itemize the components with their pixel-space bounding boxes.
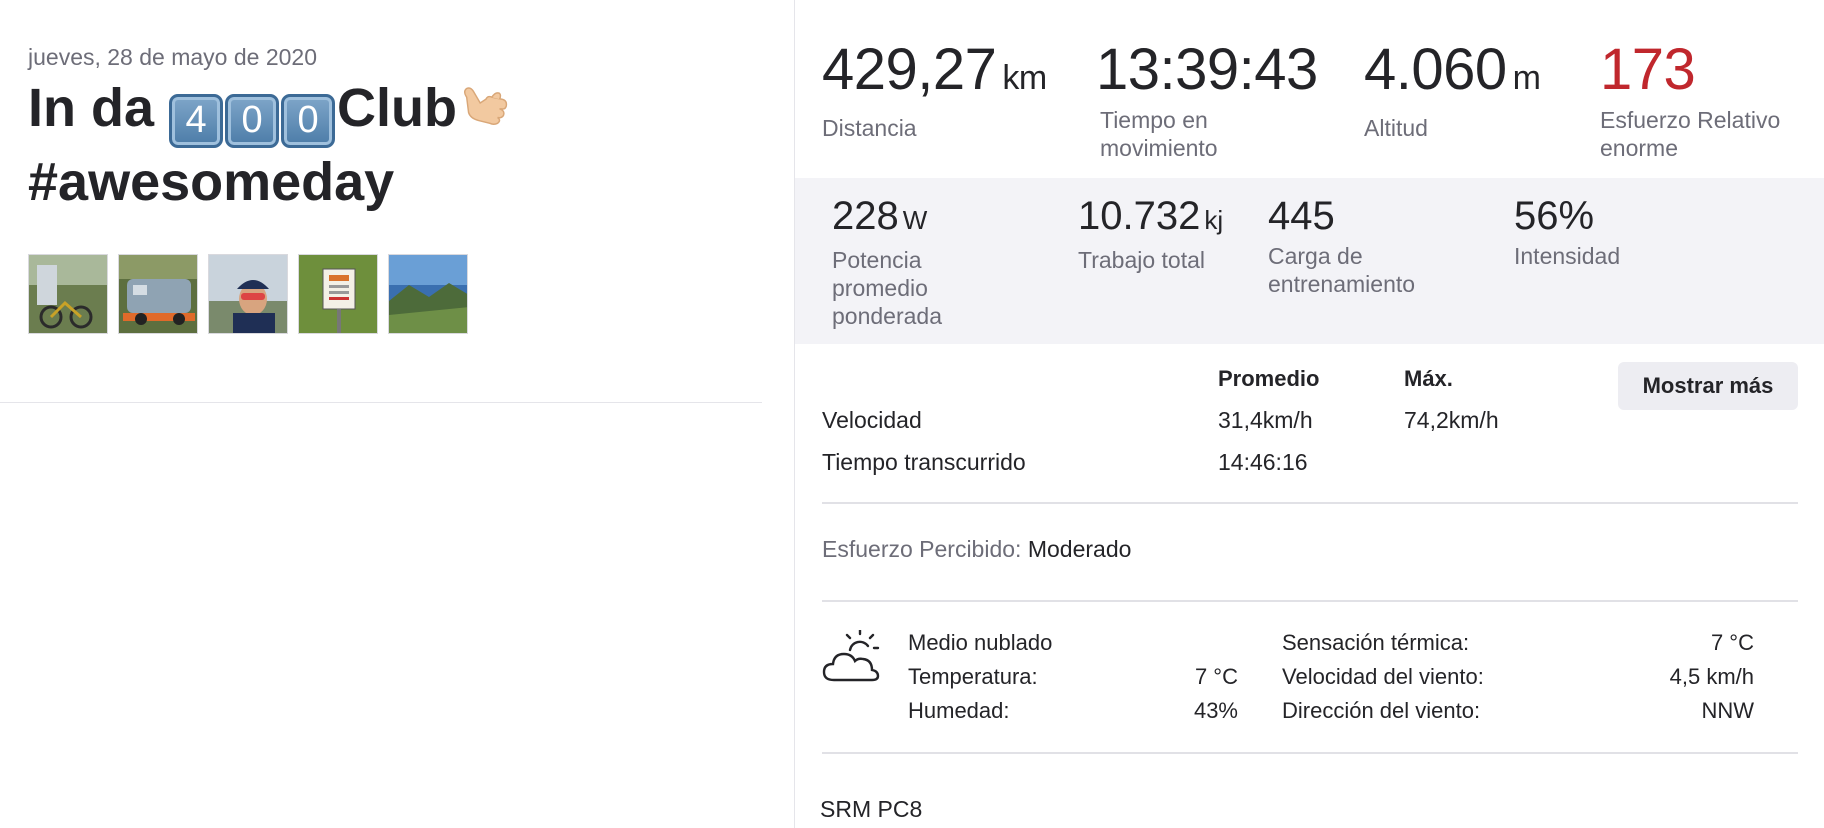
activity-date: jueves, 28 de mayo de 2020 bbox=[28, 44, 317, 70]
perceived-exertion-value: Moderado bbox=[1027, 536, 1132, 562]
keycap-0-icon: 0 bbox=[281, 94, 336, 148]
elapsed-time-average: 14:46:16 bbox=[1218, 449, 1308, 475]
section-divider bbox=[822, 600, 1798, 602]
stat-intensity: 56% Intensidad bbox=[1514, 194, 1620, 270]
distance-label: Distancia bbox=[822, 115, 917, 141]
photo-strip bbox=[28, 254, 468, 334]
keycap-0-icon: 0 bbox=[225, 94, 280, 148]
title-suffix: Club bbox=[337, 78, 457, 138]
speed-max: 74,2km/h bbox=[1404, 407, 1499, 433]
relative-effort-label-line1: Esfuerzo Relativo bbox=[1600, 107, 1781, 133]
stat-relative-effort[interactable]: 173 Esfuerzo Relativo enorme bbox=[1600, 38, 1780, 162]
photo-thumbnail[interactable] bbox=[298, 254, 378, 334]
elevation-label: Altitud bbox=[1364, 115, 1428, 141]
partly-cloudy-icon bbox=[822, 630, 880, 682]
weighted-power-value: 228 bbox=[832, 194, 899, 238]
photo-thumbnail[interactable] bbox=[388, 254, 468, 334]
total-work-unit: kj bbox=[1204, 205, 1224, 235]
section-divider bbox=[822, 502, 1798, 504]
relative-effort-label-line2: enorme bbox=[1600, 135, 1678, 161]
intensity-label: Intensidad bbox=[1514, 243, 1621, 269]
temperature-label: Temperatura: bbox=[908, 664, 1038, 689]
weighted-power-label-line1: Potencia bbox=[832, 247, 922, 273]
panel-divider bbox=[794, 0, 795, 828]
row-label-elapsed-time: Tiempo transcurrido bbox=[822, 449, 1026, 475]
temperature-value: 7 °C bbox=[1194, 664, 1238, 689]
title-prefix: In da bbox=[28, 78, 170, 138]
moving-time-value: 13:39:43 bbox=[1096, 37, 1318, 102]
feels-like-label: Sensación térmica: bbox=[1282, 630, 1470, 655]
wind-speed-value: 4,5 km/h bbox=[1669, 664, 1754, 689]
humidity-value: 43% bbox=[1193, 698, 1238, 723]
distance-unit: km bbox=[1002, 59, 1047, 97]
perceived-exertion: Esfuerzo Percibido: Moderado bbox=[822, 536, 1131, 563]
stat-total-work: 10.732 kj Trabajo total bbox=[1078, 194, 1223, 274]
call-me-hand-icon bbox=[464, 87, 508, 125]
weighted-power-label-line2: promedio bbox=[832, 275, 928, 301]
column-header-average: Promedio bbox=[1218, 366, 1320, 391]
section-divider bbox=[0, 402, 762, 403]
training-load-label-line2: entrenamiento bbox=[1268, 271, 1416, 297]
total-work-label: Trabajo total bbox=[1078, 247, 1205, 273]
column-header-max: Máx. bbox=[1404, 366, 1453, 391]
activity-header: jueves, 28 de mayo de 2020 In da 4 0 0 Club… bbox=[0, 0, 762, 828]
feels-like-value: 7 °C bbox=[1710, 630, 1754, 655]
title-line2: #awesomeday bbox=[28, 152, 395, 212]
intensity-value: 56% bbox=[1514, 194, 1595, 238]
weighted-power-unit: W bbox=[902, 205, 928, 235]
humidity-label: Humedad: bbox=[908, 698, 1010, 723]
stat-training-load: 445 Carga de entrenamiento bbox=[1268, 194, 1415, 298]
wind-direction-label: Dirección del viento: bbox=[1282, 698, 1481, 723]
distance-value: 429,27 bbox=[822, 37, 997, 102]
stat-distance: 429,27 km Distancia bbox=[822, 38, 1047, 142]
speed-average: 31,4km/h bbox=[1218, 407, 1313, 433]
relative-effort-value: 173 bbox=[1600, 37, 1696, 102]
photo-thumbnail[interactable] bbox=[28, 254, 108, 334]
wind-speed-label: Velocidad del viento: bbox=[1282, 664, 1484, 689]
wind-direction-value: NNW bbox=[1701, 698, 1754, 723]
moving-time-label-line2: movimiento bbox=[1100, 135, 1218, 161]
moving-time-label-line1: Tiempo en bbox=[1100, 107, 1208, 133]
section-divider bbox=[822, 752, 1798, 754]
weather-condition: Medio nublado bbox=[908, 630, 1053, 655]
photo-thumbnail[interactable] bbox=[118, 254, 198, 334]
stat-elevation: 4.060 m Altitud bbox=[1364, 37, 1541, 142]
training-load-label-line1: Carga de bbox=[1268, 243, 1363, 269]
total-work-value: 10.732 bbox=[1078, 194, 1201, 238]
stat-moving-time: 13:39:43 Tiempo en movimiento bbox=[1096, 38, 1318, 162]
training-load-value: 445 bbox=[1268, 194, 1335, 238]
photo-thumbnail[interactable] bbox=[208, 254, 288, 334]
show-more-button[interactable]: Mostrar más bbox=[1618, 362, 1798, 410]
stat-weighted-power: 228 W Potencia promedio ponderada bbox=[832, 194, 942, 330]
perceived-exertion-label: Esfuerzo Percibido: bbox=[822, 536, 1022, 562]
device-name: SRM PC8 bbox=[820, 796, 923, 822]
elevation-value: 4.060 bbox=[1364, 37, 1507, 102]
activity-title: In da 4 0 0 Club #awesomeday bbox=[28, 74, 728, 216]
elevation-unit: m bbox=[1512, 59, 1541, 97]
keycap-4-icon: 4 bbox=[169, 94, 224, 148]
weighted-power-label-line3: ponderada bbox=[832, 303, 942, 329]
row-label-speed: Velocidad bbox=[822, 407, 922, 433]
